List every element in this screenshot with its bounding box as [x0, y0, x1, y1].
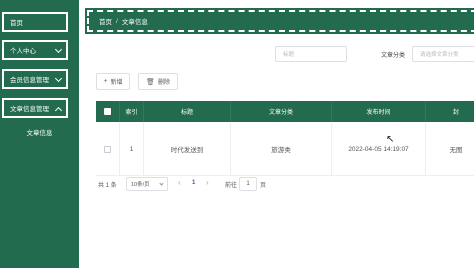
chevron-up-icon: [54, 106, 63, 115]
sidebar-item-label: 会员信息管理: [10, 77, 49, 84]
checkbox-icon[interactable]: [104, 145, 111, 153]
page-size-select[interactable]: 10条/页: [126, 177, 168, 191]
row-cover: 无图: [449, 147, 463, 154]
header-select-all[interactable]: [96, 101, 120, 122]
row-title: 时代发送到: [144, 122, 231, 176]
title-search-placeholder: 标题: [283, 52, 295, 58]
breadcrumb-separator: /: [116, 17, 118, 25]
category-select[interactable]: 请选择文章分类: [412, 46, 474, 62]
chevron-down-icon: [159, 181, 164, 186]
sidebar-item-personal-center[interactable]: 个人中心: [2, 40, 68, 60]
breadcrumb: 首页 / 文章信息: [85, 8, 474, 34]
sidebar-item-label: 个人中心: [10, 48, 36, 55]
sidebar-item-article-management[interactable]: 文章信息管理: [2, 98, 68, 118]
sidebar: 首页 个人中心 会员信息管理 文章信息管理 文章信息: [0, 0, 79, 268]
chevron-down-icon: [54, 74, 63, 83]
add-button-label: 新增: [110, 80, 123, 86]
row-category: 旅游类: [231, 122, 332, 176]
goto-page-value: 1: [246, 181, 250, 187]
goto-label: 前往: [225, 183, 238, 189]
header-title: 标题: [144, 101, 231, 122]
table-row[interactable]: 1 时代发送到 旅游类 2022-04-05 14:19:07 无图: [96, 122, 474, 176]
watermark: CSDN @专注分享bishe530: [356, 255, 452, 264]
header-category: 文章分类: [231, 101, 332, 122]
breadcrumb-current: 文章信息: [121, 19, 148, 26]
header-publish-time: 发布时间: [332, 101, 426, 122]
category-filter-label: 文章分类: [381, 53, 406, 59]
pagination-total: 共 1 条: [98, 183, 117, 189]
page-size-value: 10条/页: [131, 182, 150, 188]
delete-button[interactable]: 🗑 删除: [138, 73, 178, 90]
delete-button-label: 删除: [157, 80, 170, 86]
sidebar-subitem-label: 文章信息: [26, 130, 53, 137]
sidebar-item-member-management[interactable]: 会员信息管理: [2, 69, 68, 89]
add-button[interactable]: + 新增: [96, 73, 130, 90]
next-page-button[interactable]: ›: [206, 178, 209, 187]
header-cover: 封: [452, 110, 459, 116]
category-select-placeholder: 请选择文章分类: [420, 52, 459, 58]
sidebar-item-label: 文章信息管理: [10, 106, 49, 113]
page-number-current[interactable]: 1: [192, 180, 195, 186]
goto-page-input[interactable]: 1: [239, 177, 257, 191]
sidebar-subitem-article-info[interactable]: 文章信息: [0, 123, 79, 141]
page-suffix: 页: [260, 183, 267, 189]
mouse-cursor-icon: ↖: [386, 134, 395, 145]
trash-icon: 🗑: [146, 78, 155, 86]
row-publish-time: 2022-04-05 14:19:07: [332, 122, 426, 176]
sidebar-item-home[interactable]: 首页: [2, 12, 68, 32]
title-search-input[interactable]: 标题: [275, 46, 347, 62]
plus-icon: +: [103, 78, 108, 85]
table-header: 索引 标题 文章分类 发布时间 封: [96, 101, 474, 122]
row-select[interactable]: [96, 122, 120, 176]
prev-page-button[interactable]: ‹: [178, 178, 181, 187]
chevron-down-icon: [54, 45, 63, 54]
checkbox-icon[interactable]: [104, 108, 111, 115]
row-index: 1: [120, 122, 144, 176]
header-index: 索引: [120, 101, 144, 122]
sidebar-item-label: 首页: [10, 20, 23, 27]
breadcrumb-home[interactable]: 首页: [99, 16, 112, 26]
